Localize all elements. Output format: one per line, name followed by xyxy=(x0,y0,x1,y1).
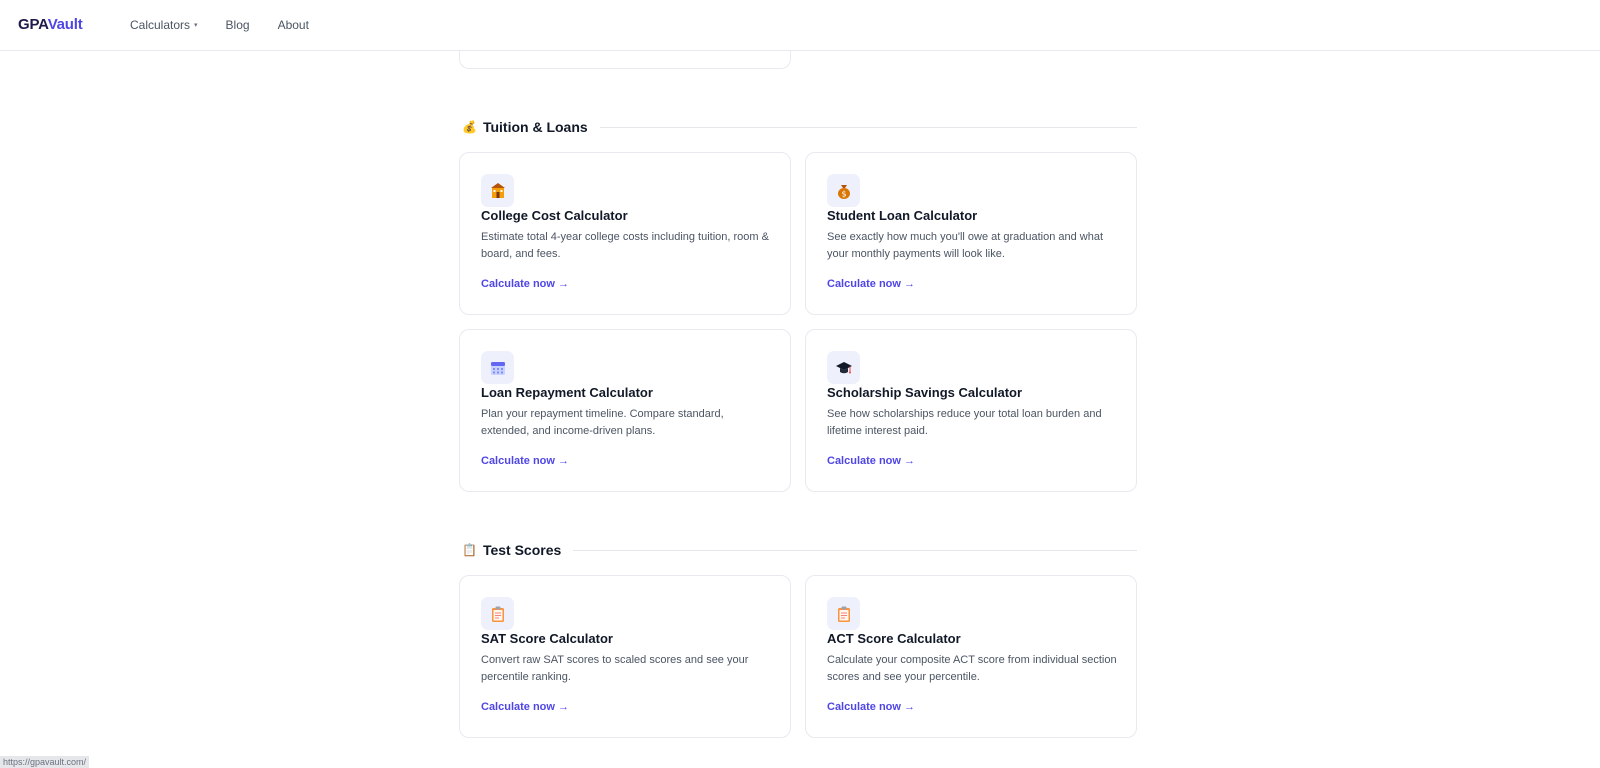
card-title: SAT Score Calculator xyxy=(481,631,613,646)
card-sat-score-calculator[interactable]: SAT Score Calculator Convert raw SAT sco… xyxy=(459,575,791,738)
card-description: Estimate total 4-year college costs incl… xyxy=(481,231,769,260)
graduation-cap-icon xyxy=(827,351,860,384)
site-logo[interactable]: GPAVault xyxy=(18,16,83,33)
section-divider xyxy=(573,549,1137,551)
calculate-now-link[interactable]: Calculate now → xyxy=(827,701,915,713)
card-college-cost-calculator[interactable]: College Cost Calculator Estimate total 4… xyxy=(459,152,791,315)
chevron-down-icon: ▾ xyxy=(194,22,198,29)
logo-part-gpa: GPA xyxy=(18,16,48,33)
calculate-now-link[interactable]: Calculate now → xyxy=(481,701,569,713)
section-header-tuition-loans: 💰 Tuition & Loans xyxy=(462,119,1137,135)
top-navigation-bar: GPAVault Calculators ▾ Blog About xyxy=(0,0,1600,51)
card-description: Plan your repayment timeline. Compare st… xyxy=(481,408,724,437)
clipboard-icon xyxy=(827,597,860,630)
card-title: Scholarship Savings Calculator xyxy=(827,385,1023,400)
clipboard-icon: 📋 xyxy=(462,543,477,557)
section-title: Test Scores xyxy=(482,542,562,558)
card-title: College Cost Calculator xyxy=(481,208,628,223)
calculate-now-link[interactable]: Calculate now → xyxy=(827,455,915,467)
school-building-icon xyxy=(481,174,514,207)
nav-blog-link[interactable]: Blog xyxy=(226,18,250,32)
status-bar-url: https://gpavault.com/ xyxy=(0,756,90,768)
calculate-now-link[interactable]: Calculate now → xyxy=(827,278,915,290)
card-description: See how scholarships reduce your total l… xyxy=(827,408,1102,437)
card-description: See exactly how much you'll owe at gradu… xyxy=(827,231,1104,260)
card-title: ACT Score Calculator xyxy=(827,631,961,646)
card-title: Student Loan Calculator xyxy=(827,208,978,223)
section-header-test-scores: 📋 Test Scores xyxy=(462,542,1137,558)
card-description: Convert raw SAT scores to scaled scores … xyxy=(481,654,749,683)
calculate-now-link[interactable]: Calculate now → xyxy=(481,455,569,467)
card-description: Calculate your composite ACT score from … xyxy=(827,654,1117,683)
card-student-loan-calculator[interactable]: $ Student Loan Calculator See exactly ho… xyxy=(805,152,1137,315)
main-nav: Calculators ▾ Blog About xyxy=(130,18,309,32)
card-act-score-calculator[interactable]: ACT Score Calculator Calculate your comp… xyxy=(805,575,1137,738)
card-title: Loan Repayment Calculator xyxy=(481,385,653,400)
clipboard-icon xyxy=(481,597,514,630)
section-title: Tuition & Loans xyxy=(482,119,588,135)
section-divider xyxy=(599,126,1137,128)
card-scholarship-savings-calculator[interactable]: Scholarship Savings Calculator See how s… xyxy=(805,329,1137,492)
svg-text:$: $ xyxy=(841,189,846,198)
logo-part-vault: Vault xyxy=(47,16,83,33)
money-bag-icon: $ xyxy=(827,174,860,207)
calendar-icon xyxy=(481,351,514,384)
nav-calculators-label: Calculators xyxy=(130,18,191,32)
nav-calculators-dropdown[interactable]: Calculators ▾ xyxy=(130,18,198,32)
card-loan-repayment-calculator[interactable]: Loan Repayment Calculator Plan your repa… xyxy=(459,329,791,492)
money-bag-icon: 💰 xyxy=(462,120,477,134)
calculate-now-link[interactable]: Calculate now → xyxy=(481,278,569,290)
nav-about-link[interactable]: About xyxy=(278,18,309,32)
